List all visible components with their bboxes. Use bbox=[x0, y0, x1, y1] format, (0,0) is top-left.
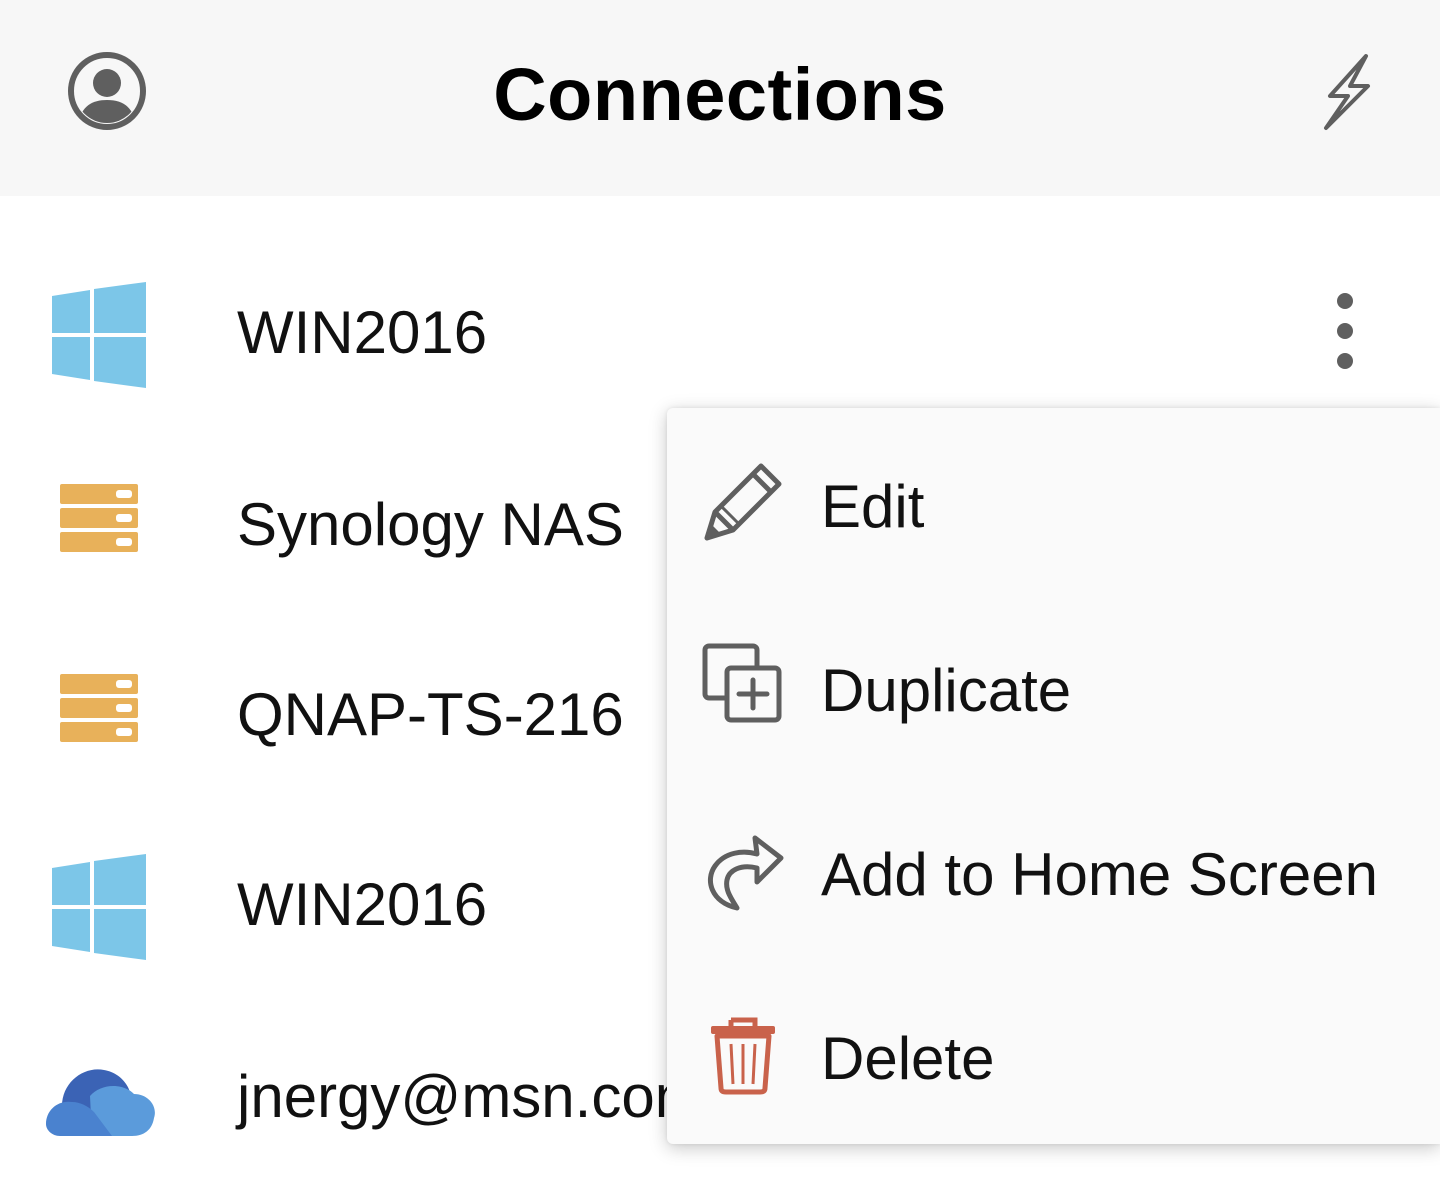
pencil-icon bbox=[701, 460, 785, 544]
connection-name: WIN2016 bbox=[237, 871, 488, 938]
lightning-bolt-icon[interactable] bbox=[1318, 52, 1376, 132]
onedrive-cloud-icon bbox=[40, 1048, 156, 1158]
more-options-icon[interactable] bbox=[1318, 287, 1372, 377]
app-header: Connections bbox=[0, 0, 1440, 196]
nas-server-icon bbox=[40, 468, 156, 578]
connection-name: WIN2016 bbox=[237, 299, 488, 366]
connection-row[interactable]: WIN2016 bbox=[0, 238, 1440, 428]
connection-name: jnergy@msn.com bbox=[237, 1063, 705, 1130]
menu-label: Delete bbox=[821, 1025, 995, 1092]
menu-item-edit[interactable]: Edit bbox=[667, 410, 1440, 594]
connection-name: Synology NAS bbox=[237, 491, 624, 558]
menu-label: Duplicate bbox=[821, 657, 1072, 724]
share-arrow-icon bbox=[701, 828, 785, 912]
windows-logo-icon bbox=[40, 852, 156, 962]
context-menu: Edit Duplicate Add to Home Screen Delete bbox=[667, 408, 1440, 1144]
nas-server-icon bbox=[40, 658, 156, 768]
connection-name: QNAP-TS-216 bbox=[237, 681, 624, 748]
windows-logo-icon bbox=[40, 280, 156, 390]
menu-label: Add to Home Screen bbox=[821, 841, 1378, 908]
duplicate-icon bbox=[701, 642, 785, 726]
page-title: Connections bbox=[493, 53, 947, 136]
menu-item-add-to-home-screen[interactable]: Add to Home Screen bbox=[667, 778, 1440, 962]
menu-item-delete[interactable]: Delete bbox=[667, 962, 1440, 1146]
menu-label: Edit bbox=[821, 473, 925, 540]
trash-icon bbox=[701, 1012, 785, 1096]
menu-item-duplicate[interactable]: Duplicate bbox=[667, 594, 1440, 778]
